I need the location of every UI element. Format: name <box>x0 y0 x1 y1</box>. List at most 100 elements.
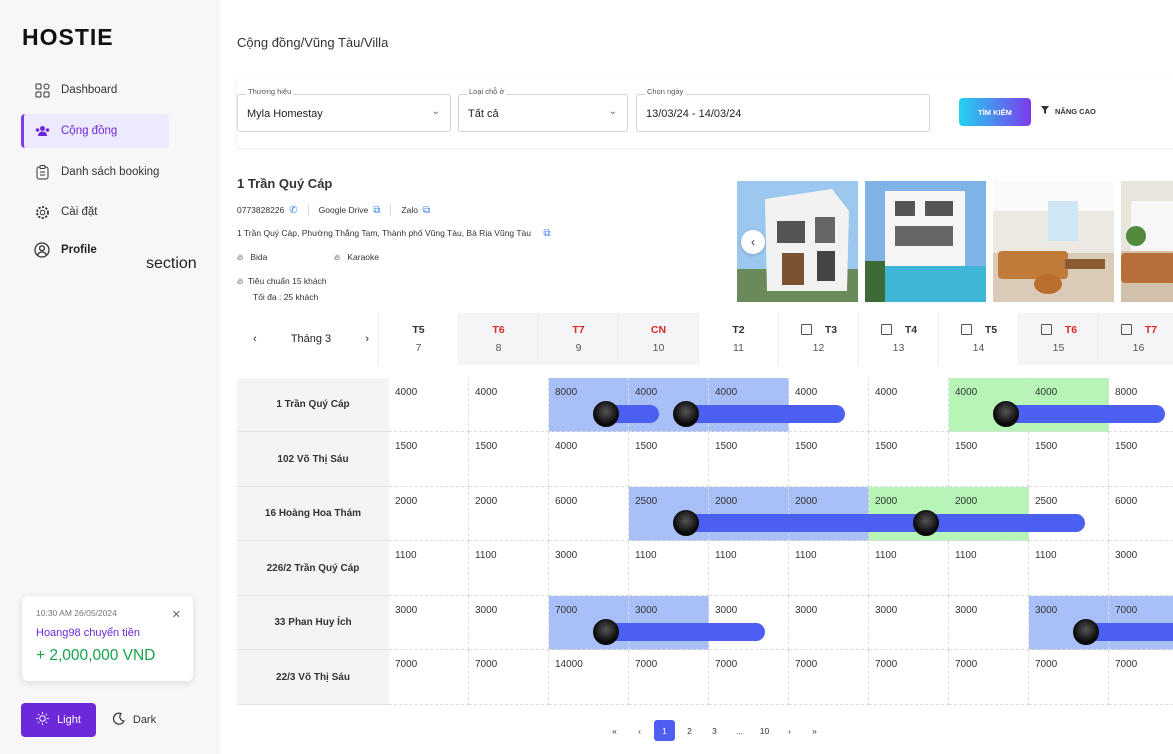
price-cell[interactable]: 4000 <box>389 378 469 432</box>
dark-theme-button[interactable]: Dark <box>100 703 168 737</box>
price-cell[interactable]: 1100 <box>789 541 869 596</box>
guest-avatar[interactable] <box>993 401 1019 427</box>
price-cell[interactable]: 1100 <box>1029 541 1109 596</box>
light-theme-button[interactable]: Light <box>21 703 96 737</box>
day-header[interactable]: T3 12 <box>778 313 858 365</box>
price-cell[interactable]: 1500 <box>1029 432 1109 487</box>
google-drive-link[interactable]: Google Drive <box>319 205 369 215</box>
price-cell[interactable]: 7000 <box>869 650 949 705</box>
price-cell[interactable]: 4000 <box>469 378 549 432</box>
sidebar-item-bookings[interactable]: Danh sách booking <box>21 155 169 189</box>
price-cell[interactable]: 7000 <box>629 650 709 705</box>
page-button[interactable]: › <box>779 720 800 741</box>
booking-bar[interactable] <box>917 514 1085 532</box>
sidebar-item-dashboard[interactable]: Dashboard <box>21 73 169 107</box>
price-cell[interactable]: 7000 <box>1029 650 1109 705</box>
guest-avatar[interactable] <box>593 619 619 645</box>
page-button[interactable]: » <box>804 720 825 741</box>
price-cell[interactable]: 2000 <box>469 487 549 541</box>
guest-avatar[interactable] <box>1073 619 1099 645</box>
price-cell[interactable]: 1100 <box>709 541 789 596</box>
booking-bar[interactable] <box>997 405 1165 423</box>
chevron-left-icon[interactable]: ‹ <box>741 230 765 254</box>
price-cell[interactable]: 3000 <box>949 596 1029 650</box>
booking-bar[interactable] <box>677 405 845 423</box>
price-cell[interactable]: 7000 <box>389 650 469 705</box>
external-link-icon[interactable]: ⧉ <box>423 205 430 216</box>
price-cell[interactable]: 7000 <box>1109 650 1173 705</box>
date-range-field[interactable]: Chọn ngày 13/03/24 - 14/03/24 <box>636 87 930 132</box>
price-cell[interactable]: 1500 <box>789 432 869 487</box>
price-cell[interactable]: 1100 <box>869 541 949 596</box>
type-select[interactable]: Loại chỗ ở Tất cả ⌄ <box>458 87 628 132</box>
price-cell[interactable]: 1100 <box>469 541 549 596</box>
room-name[interactable]: 1 Trần Quý Cáp <box>237 378 389 432</box>
page-button[interactable]: 3 <box>704 720 725 741</box>
price-cell[interactable]: 4000 <box>869 378 949 432</box>
day-header[interactable]: T7 16 <box>1098 313 1173 365</box>
guest-avatar[interactable] <box>673 401 699 427</box>
price-cell[interactable]: 1500 <box>709 432 789 487</box>
room-name[interactable]: 33 Phan Huy Ích <box>237 596 389 650</box>
price-cell[interactable]: 3000 <box>469 596 549 650</box>
room-name[interactable]: 102 Võ Thị Sáu <box>237 432 389 487</box>
price-cell[interactable]: 6000 <box>1109 487 1173 541</box>
price-cell[interactable]: 1500 <box>949 432 1029 487</box>
property-photo[interactable] <box>1121 181 1173 302</box>
price-cell[interactable]: 1100 <box>949 541 1029 596</box>
price-cell[interactable]: 3000 <box>789 596 869 650</box>
day-header[interactable]: T4 13 <box>858 313 938 365</box>
page-button[interactable]: « <box>604 720 625 741</box>
booking-bar[interactable] <box>597 623 765 641</box>
price-cell[interactable]: 7000 <box>789 650 869 705</box>
price-cell[interactable]: 1500 <box>469 432 549 487</box>
price-cell[interactable]: 6000 <box>549 487 629 541</box>
advanced-filter-button[interactable]: NÂNG CAO <box>1041 106 1096 116</box>
room-name[interactable]: 22/3 Võ Thị Sáu <box>237 650 389 705</box>
room-name[interactable]: 16 Hoàng Hoa Thám <box>237 487 389 541</box>
brand-select[interactable]: Thương hiệu Myla Homestay ⌄ <box>237 87 451 132</box>
day-header[interactable]: T5 14 <box>938 313 1018 365</box>
guest-avatar[interactable] <box>673 510 699 536</box>
price-cell[interactable]: 7000 <box>469 650 549 705</box>
price-cell[interactable]: 3000 <box>869 596 949 650</box>
sidebar-item-community[interactable]: Cộng đồng <box>21 114 169 148</box>
price-cell[interactable]: 1100 <box>629 541 709 596</box>
chevron-right-icon[interactable]: › <box>365 333 369 345</box>
price-cell[interactable]: 1500 <box>389 432 469 487</box>
booking-bar[interactable] <box>677 514 925 532</box>
page-button[interactable]: 1 <box>654 720 675 741</box>
guest-avatar[interactable] <box>913 510 939 536</box>
zalo-link[interactable]: Zalo <box>401 205 418 215</box>
search-button[interactable]: TÌM KIẾM <box>959 98 1031 126</box>
price-cell[interactable]: 1100 <box>389 541 469 596</box>
price-cell[interactable]: 2000 <box>389 487 469 541</box>
toast-message: Hoang98 chuyển tiền <box>36 627 140 639</box>
price-cell[interactable]: 7000 <box>709 650 789 705</box>
property-photo[interactable] <box>993 181 1114 302</box>
price-cell[interactable]: 3000 <box>389 596 469 650</box>
price-cell[interactable]: 3000 <box>549 541 629 596</box>
price-cell[interactable]: 1500 <box>1109 432 1173 487</box>
external-link-icon[interactable]: ⧉ <box>373 205 380 216</box>
price-cell[interactable]: 1500 <box>629 432 709 487</box>
page-button[interactable]: 2 <box>679 720 700 741</box>
price-cell[interactable]: 14000 <box>549 650 629 705</box>
day-date: 7 <box>415 342 422 354</box>
close-icon[interactable]: ✕ <box>172 608 181 621</box>
phone-icon[interactable]: ✆ <box>289 205 297 216</box>
price-cell[interactable]: 3000 <box>1109 541 1173 596</box>
external-link-icon[interactable]: ⧉ <box>543 228 550 239</box>
property-photo[interactable] <box>865 181 986 302</box>
page-button[interactable]: ‹ <box>629 720 650 741</box>
guest-avatar[interactable] <box>593 401 619 427</box>
page-button[interactable]: 10 <box>754 720 775 741</box>
gear-icon <box>34 204 50 220</box>
price-cell[interactable]: 4000 <box>549 432 629 487</box>
room-name[interactable]: 226/2 Trần Quý Cáp <box>237 541 389 596</box>
price-cell[interactable]: 7000 <box>949 650 1029 705</box>
sidebar-item-settings[interactable]: Cài đặt <box>21 195 169 229</box>
day-header[interactable]: T6 15 <box>1018 313 1098 365</box>
price-cell[interactable]: 1500 <box>869 432 949 487</box>
chevron-left-icon[interactable]: ‹ <box>253 333 257 345</box>
